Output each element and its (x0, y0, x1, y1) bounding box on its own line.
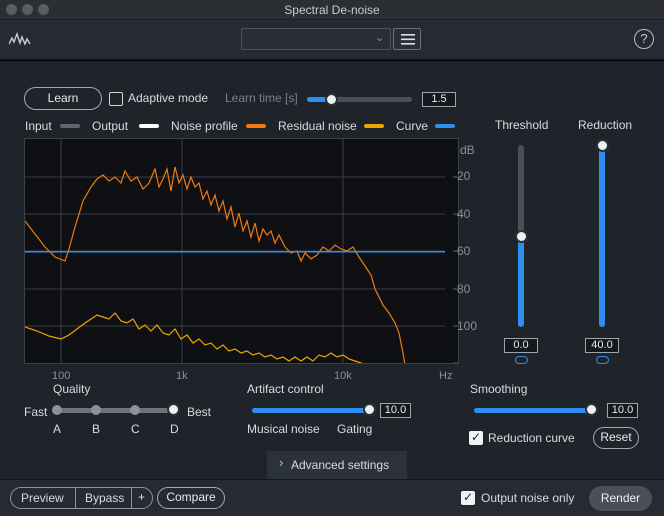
reduction-link-icon[interactable] (596, 356, 609, 364)
legend-output-label: Output (92, 119, 129, 133)
x-unit-label: Hz (439, 370, 453, 382)
preset-dropdown[interactable]: ⌄ (241, 28, 391, 50)
reduction-slider-knob[interactable] (596, 139, 609, 152)
graph-unit-label: dB (460, 143, 475, 157)
hamburger-icon (401, 34, 415, 45)
reduction-curve-label: Reduction curve (488, 431, 575, 445)
quality-stop-a[interactable] (52, 405, 62, 415)
residual-noise-trace (25, 312, 363, 363)
threshold-slider-knob[interactable] (515, 230, 528, 243)
y-tick-100: 100 (457, 319, 478, 333)
preview-button[interactable]: Preview (21, 491, 64, 505)
x-tick-100: 100 (52, 370, 71, 382)
artifact-control-slider-knob[interactable] (363, 403, 376, 416)
chevron-right-icon: › (279, 456, 284, 470)
bypass-button[interactable]: Bypass (85, 491, 124, 505)
smoothing-value[interactable]: 10.0 (607, 403, 638, 418)
legend-curve-swatch (435, 124, 455, 128)
quality-best-label: Best (187, 405, 212, 419)
threshold-label: Threshold (495, 118, 549, 132)
window-title: Spectral De-noise (284, 3, 380, 17)
y-tick-20: 20 (457, 169, 471, 183)
reset-button[interactable]: Reset (593, 427, 639, 449)
legend-output-swatch (139, 124, 159, 128)
x-tick-1k: 1k (176, 370, 188, 382)
learn-time-value[interactable]: 1.5 (422, 92, 456, 107)
noise-profile-trace (25, 166, 406, 363)
spectrum-graph[interactable] (24, 138, 459, 364)
artifact-control-slider[interactable] (252, 408, 369, 413)
adaptive-mode-checkbox[interactable] (109, 92, 123, 106)
quality-option-b: B (92, 422, 101, 436)
legend-input-swatch (60, 124, 80, 128)
quality-label: Quality (53, 382, 91, 396)
render-button[interactable]: Render (589, 486, 652, 511)
legend-noise-profile-swatch (246, 124, 266, 128)
smoothing-slider-knob[interactable] (585, 403, 598, 416)
output-noise-only-checkbox[interactable] (461, 490, 475, 505)
advanced-settings-toggle[interactable]: › Advanced settings (267, 451, 407, 479)
gating-label: Gating (337, 422, 373, 436)
quality-option-d: D (170, 422, 179, 436)
chevron-down-icon: ⌄ (375, 31, 385, 44)
learn-button[interactable]: Learn (24, 87, 102, 110)
threshold-link-icon[interactable] (515, 356, 528, 364)
artifact-control-label: Artifact control (247, 382, 324, 396)
threshold-value[interactable]: 0.0 (504, 338, 538, 353)
smoothing-slider[interactable] (474, 408, 591, 413)
divider (131, 488, 132, 508)
quality-slider[interactable] (57, 408, 174, 413)
adaptive-mode-label: Adaptive mode (128, 91, 209, 105)
advanced-settings-label: Advanced settings (291, 458, 390, 472)
smoothing-label: Smoothing (470, 382, 528, 396)
reduction-curve-checkbox[interactable] (469, 430, 483, 445)
legend-curve-label: Curve (396, 119, 429, 133)
waveform-logo-icon (8, 31, 31, 46)
quality-option-a: A (53, 422, 62, 436)
legend-residual-noise-swatch (364, 124, 384, 128)
quality-stop-b[interactable] (91, 405, 101, 415)
reduction-slider[interactable] (599, 145, 605, 327)
legend-input-label: Input (25, 119, 52, 133)
divider (75, 488, 76, 508)
artifact-control-value[interactable]: 10.0 (380, 403, 411, 418)
output-noise-only-label: Output noise only (481, 491, 575, 505)
y-tick-60: 60 (457, 244, 471, 258)
spectrum-plot (25, 139, 458, 363)
y-tick-80: 80 (457, 282, 471, 296)
x-tick-10k: 10k (334, 370, 352, 382)
menu-button[interactable] (393, 28, 421, 50)
compare-button[interactable]: Compare (157, 487, 225, 509)
legend-noise-profile-label: Noise profile (171, 119, 238, 133)
learn-time-label: Learn time [s] (225, 91, 298, 105)
y-tick-40: 40 (457, 207, 471, 221)
reduction-value[interactable]: 40.0 (585, 338, 619, 353)
learn-time-slider[interactable] (307, 97, 412, 102)
legend-residual-noise-label: Residual noise (278, 119, 357, 133)
quality-slider-knob[interactable] (167, 403, 180, 416)
musical-noise-label: Musical noise (247, 422, 320, 436)
quality-option-c: C (131, 422, 140, 436)
quality-fast-label: Fast (24, 405, 48, 419)
help-button[interactable]: ? (634, 29, 654, 49)
quality-stop-c[interactable] (130, 405, 140, 415)
reduction-label: Reduction (578, 118, 633, 132)
add-bypass-button[interactable]: + (138, 490, 145, 504)
